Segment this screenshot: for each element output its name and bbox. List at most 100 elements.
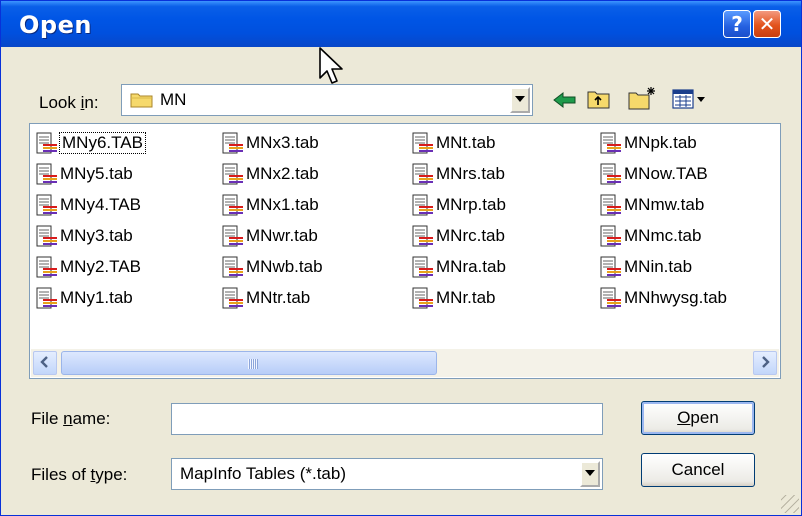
file-item-label: MNy5.tab (60, 164, 133, 183)
file-item[interactable]: MNx1.tab (222, 192, 319, 218)
chevron-left-icon (40, 356, 48, 368)
file-type-value: MapInfo Tables (*.tab) (180, 464, 346, 483)
file-item-label: MNmw.tab (624, 195, 705, 214)
file-item[interactable]: MNy6.TAB (36, 130, 146, 156)
mapinfo-table-icon (412, 256, 434, 278)
up-folder-icon[interactable] (586, 87, 612, 111)
cancel-button[interactable]: Cancel (641, 453, 755, 487)
file-item-label: MNr.tab (436, 288, 496, 307)
mapinfo-table-icon (222, 163, 244, 185)
back-arrow-icon[interactable] (552, 89, 578, 111)
mapinfo-table-icon (412, 163, 434, 185)
file-item-label: MNhwysg.tab (624, 288, 727, 307)
file-item-label: MNy4.TAB (60, 195, 141, 214)
file-item-label: MNpk.tab (624, 133, 697, 152)
help-button[interactable]: ? (723, 10, 751, 38)
file-item[interactable]: MNr.tab (412, 285, 496, 311)
file-item-label: MNtr.tab (246, 288, 311, 307)
file-item[interactable]: MNrs.tab (412, 161, 505, 187)
file-type-label: Files of type: (31, 465, 128, 484)
mapinfo-table-icon (412, 194, 434, 216)
mapinfo-table-icon (600, 225, 622, 247)
file-item-label: MNmc.tab (624, 226, 702, 245)
mapinfo-table-icon (222, 287, 244, 309)
mapinfo-table-icon (600, 287, 622, 309)
mapinfo-table-icon (222, 256, 244, 278)
file-item[interactable]: MNy2.TAB (36, 254, 141, 280)
file-item-label: MNt.tab (436, 133, 496, 152)
file-item-label: MNx2.tab (246, 164, 319, 183)
file-item-label: MNrs.tab (436, 164, 505, 183)
file-item-label: MNx1.tab (246, 195, 319, 214)
file-item-label: MNwr.tab (246, 226, 318, 245)
mapinfo-table-icon (36, 287, 58, 309)
mouse-cursor-icon (319, 47, 343, 84)
file-item-label: MNx3.tab (246, 133, 319, 152)
horizontal-scrollbar[interactable] (31, 349, 779, 377)
mapinfo-table-icon (600, 163, 622, 185)
chevron-down-icon (515, 96, 525, 102)
file-item-label: MNow.TAB (624, 164, 708, 183)
file-item[interactable]: MNt.tab (412, 130, 496, 156)
file-type-select[interactable]: MapInfo Tables (*.tab) (171, 458, 603, 490)
file-item[interactable]: MNhwysg.tab (600, 285, 727, 311)
file-list[interactable]: MNy6.TAB MNy5.tab MNy4.TAB MNy3.tab MNy2.TAB… (29, 123, 781, 379)
open-dialog: Open ? ✕ Look in: MN MNy6.TAB MNy5.tab M… (0, 0, 802, 516)
mapinfo-table-icon (222, 132, 244, 154)
chevron-down-icon (585, 470, 595, 476)
view-menu-icon[interactable] (671, 87, 707, 111)
file-item[interactable]: MNpk.tab (600, 130, 697, 156)
close-button[interactable]: ✕ (753, 10, 781, 38)
folder-icon (130, 93, 153, 108)
mapinfo-table-icon (36, 194, 58, 216)
file-item[interactable]: MNtr.tab (222, 285, 310, 311)
mapinfo-table-icon (600, 132, 622, 154)
look-in-dropdown-button[interactable] (510, 87, 530, 113)
file-item[interactable]: MNy5.tab (36, 161, 133, 187)
mapinfo-table-icon (36, 256, 58, 278)
file-item[interactable]: MNin.tab (600, 254, 692, 280)
mapinfo-table-icon (600, 194, 622, 216)
look-in-label: Look in: (39, 93, 99, 112)
file-name-label: File name: (31, 409, 111, 428)
file-item[interactable]: MNmc.tab (600, 223, 701, 249)
file-item-label: MNrp.tab (436, 195, 506, 214)
file-item[interactable]: MNrc.tab (412, 223, 505, 249)
mapinfo-table-icon (222, 194, 244, 216)
file-item[interactable]: MNrp.tab (412, 192, 506, 218)
resize-grip[interactable] (781, 495, 799, 513)
chevron-right-icon (762, 356, 770, 368)
file-item[interactable]: MNx3.tab (222, 130, 319, 156)
file-item[interactable]: MNwb.tab (222, 254, 323, 280)
file-item-label: MNra.tab (436, 257, 506, 276)
file-item[interactable]: MNra.tab (412, 254, 506, 280)
new-folder-icon[interactable] (627, 85, 657, 111)
file-item-label: MNy1.tab (60, 288, 133, 307)
title-bar[interactable]: Open ? ✕ (1, 1, 801, 47)
file-item[interactable]: MNmw.tab (600, 192, 704, 218)
mapinfo-table-icon (36, 163, 58, 185)
mapinfo-table-icon (600, 256, 622, 278)
scroll-thumb-grip (248, 359, 258, 369)
file-item-label: MNwb.tab (246, 257, 323, 276)
scroll-thumb[interactable] (61, 351, 437, 375)
file-name-input[interactable] (171, 403, 603, 435)
file-item[interactable]: MNow.TAB (600, 161, 708, 187)
scroll-left-button[interactable] (33, 351, 57, 375)
mapinfo-table-icon (412, 287, 434, 309)
file-type-dropdown-button[interactable] (580, 461, 600, 487)
mapinfo-table-icon (412, 132, 434, 154)
open-button[interactable]: Open (641, 401, 755, 435)
file-item-label: MNy2.TAB (60, 257, 141, 276)
file-item-label: MNin.tab (624, 257, 693, 276)
file-item[interactable]: MNy3.tab (36, 223, 133, 249)
file-item[interactable]: MNwr.tab (222, 223, 318, 249)
window-title: Open (19, 11, 92, 39)
mapinfo-table-icon (222, 225, 244, 247)
file-item[interactable]: MNy4.TAB (36, 192, 141, 218)
mapinfo-table-icon (412, 225, 434, 247)
scroll-right-button[interactable] (753, 351, 777, 375)
mapinfo-table-icon (36, 132, 58, 154)
file-item[interactable]: MNx2.tab (222, 161, 319, 187)
file-item[interactable]: MNy1.tab (36, 285, 133, 311)
